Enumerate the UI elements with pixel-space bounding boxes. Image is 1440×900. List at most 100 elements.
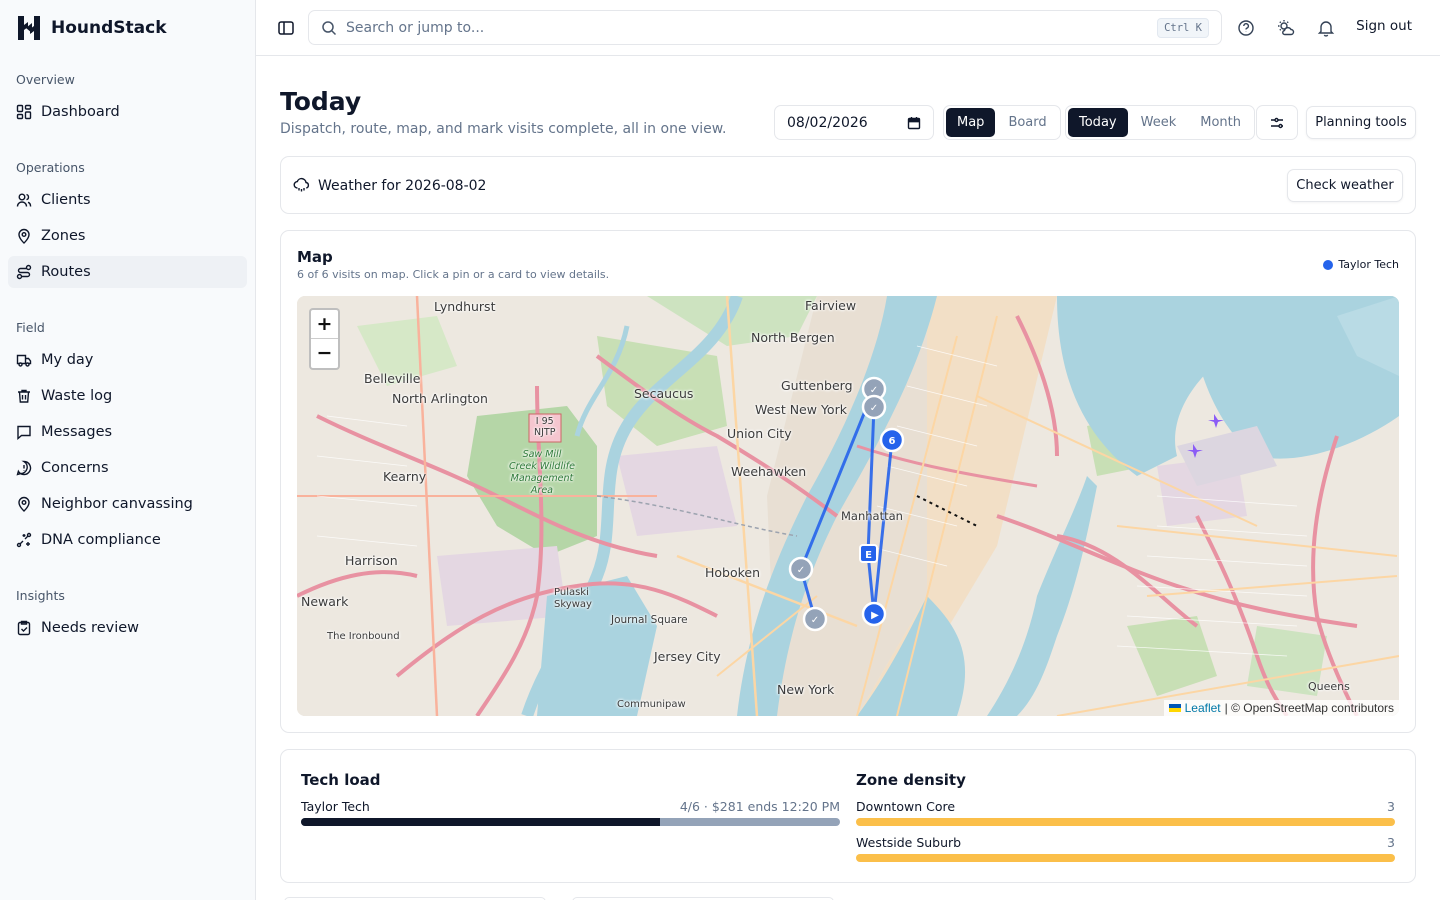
sidebar-item-waste-log[interactable]: Waste log — [8, 380, 247, 412]
sidebar-item-label: Waste log — [41, 388, 113, 404]
sidebar-item-messages[interactable]: Messages — [8, 416, 247, 448]
sidebar-item-clients[interactable]: Clients — [8, 184, 247, 216]
map-pin-icon — [18, 496, 30, 512]
map-subtitle: 6 of 6 visits on map. Click a pin or a c… — [297, 268, 610, 281]
osm-attribution: | © OpenStreetMap contributors — [1224, 701, 1394, 715]
nav-heading: Field — [16, 320, 45, 335]
map-label-fairview: Fairview — [805, 298, 857, 313]
map-label-secaucus: Secaucus — [634, 386, 694, 401]
bell-icon[interactable] — [1316, 18, 1336, 38]
houndstack-logo-icon — [18, 16, 40, 40]
topbar: Ctrl K Sign out — [256, 0, 1440, 56]
sidebar-item-label: Zones — [41, 228, 86, 244]
sidebar-item-concerns[interactable]: Concerns — [8, 452, 247, 484]
zone-density-bar — [856, 854, 1395, 862]
map-label-harrison: Harrison — [345, 553, 398, 568]
zoom-out-button[interactable]: − — [311, 339, 338, 368]
check-weather-button[interactable]: Check weather — [1287, 169, 1403, 202]
range-option-month[interactable]: Month — [1189, 108, 1252, 137]
nav-heading: Overview — [16, 72, 75, 87]
sidebar-item-label: Dashboard — [41, 104, 120, 120]
sign-out-link[interactable]: Sign out — [1356, 18, 1412, 34]
range-option-week[interactable]: Week — [1130, 108, 1188, 137]
brand[interactable]: HoundStack — [16, 12, 167, 44]
tech-load-row: Taylor Tech 4/6 · $281 ends 12:20 PM — [301, 799, 840, 814]
sidebar-item-label: Routes — [41, 264, 91, 280]
sliders-icon — [1271, 117, 1283, 128]
keyboard-shortcut: Ctrl K — [1157, 18, 1209, 38]
sidebar-item-zones[interactable]: Zones — [8, 220, 247, 252]
message-icon — [17, 425, 31, 440]
nav-section-operations: Operations Clients Zones Routes — [8, 156, 247, 292]
planning-tools-button[interactable]: Planning tools — [1306, 106, 1416, 139]
users-icon — [16, 193, 32, 207]
map-view[interactable]: Lyndhurst Fairview North Bergen Bellevil… — [297, 296, 1399, 716]
trash-icon — [18, 389, 30, 403]
stats-card: Tech load Taylor Tech 4/6 · $281 ends 12… — [280, 749, 1416, 883]
sidebar-item-label: Clients — [41, 192, 91, 208]
search-input[interactable] — [346, 19, 1221, 36]
legend-swatch — [1323, 259, 1334, 270]
route-icon — [16, 264, 32, 280]
tech-name: Taylor Tech — [301, 799, 370, 814]
brand-name: HoundStack — [51, 18, 167, 38]
nav-section-insights: Insights Needs review — [8, 584, 247, 648]
map-label-lyndhurst: Lyndhurst — [434, 299, 496, 314]
sidebar-item-needs-review[interactable]: Needs review — [8, 612, 247, 644]
view-toggle: Map Board — [943, 105, 1061, 140]
map-card: Map 6 of 6 visits on map. Click a pin or… — [280, 230, 1416, 733]
calendar-icon[interactable] — [907, 116, 921, 130]
map-label-saw-mill-creek: Saw Mill Creek Wildlife Management Area — [509, 449, 575, 496]
map-label-north-arlington: North Arlington — [392, 391, 488, 406]
map-label-hoboken: Hoboken — [705, 565, 761, 580]
zone-row: Westside Suburb 3 — [856, 835, 1395, 850]
sidebar-item-label: Neighbor canvassing — [41, 496, 193, 512]
view-option-board[interactable]: Board — [997, 108, 1057, 137]
map-label-i95-njtp: I 95 NJTP — [534, 416, 556, 438]
page-subtitle: Dispatch, route, map, and mark visits co… — [280, 121, 727, 137]
nav-section-field: Field My day Waste log Messages Concerns… — [8, 316, 247, 560]
filters-button[interactable] — [1256, 105, 1298, 140]
zone-count: 3 — [1387, 835, 1395, 850]
sparkle-icon — [16, 532, 32, 548]
sidebar: HoundStack Overview Dashboard Operations… — [0, 0, 256, 900]
map-label-journal-square: Journal Square — [611, 614, 688, 626]
weather-icon[interactable] — [1276, 18, 1296, 38]
nav-heading: Operations — [16, 160, 85, 175]
leaflet-link[interactable]: Leaflet — [1185, 701, 1221, 715]
sidebar-item-dashboard[interactable]: Dashboard — [8, 96, 247, 128]
map-attribution: Leaflet | © OpenStreetMap contributors — [1163, 700, 1399, 716]
map-label-north-bergen: North Bergen — [751, 330, 835, 345]
help-icon[interactable] — [1236, 18, 1256, 38]
map-label-new-york: New York — [777, 682, 835, 697]
zone-count: 3 — [1387, 799, 1395, 814]
weather-label-row: Weather for 2026-08-02 — [293, 177, 486, 194]
sidebar-item-label: Messages — [41, 424, 113, 440]
range-option-today[interactable]: Today — [1068, 108, 1128, 137]
map-label-west-new-york: West New York — [755, 402, 847, 417]
map-label-communipaw: Communipaw — [617, 699, 686, 710]
zone-name: Westside Suburb — [856, 835, 962, 850]
view-option-map[interactable]: Map — [946, 108, 996, 137]
sidebar-item-neighbor-canvassing[interactable]: Neighbor canvassing — [8, 488, 247, 520]
map-label-union-city: Union City — [727, 426, 792, 441]
tech-summary: 4/6 · $281 ends 12:20 PM — [679, 799, 840, 814]
map-tiles — [297, 296, 1399, 716]
dashboard-icon — [16, 104, 32, 120]
sidebar-item-label: Concerns — [41, 460, 109, 476]
clipboard-check-icon — [17, 620, 31, 636]
date-value: 08/02/2026 — [787, 114, 868, 131]
zone-row: Downtown Core 3 — [856, 799, 1395, 814]
zoom-in-button[interactable]: + — [311, 310, 338, 339]
alert-icon — [16, 460, 32, 476]
legend-label: Taylor Tech — [1338, 258, 1399, 271]
sidebar-item-dna-compliance[interactable]: DNA compliance — [8, 524, 247, 556]
sidebar-item-my-day[interactable]: My day — [8, 344, 247, 376]
range-toggle: Today Week Month — [1065, 105, 1255, 140]
sidebar-toggle-icon[interactable] — [276, 18, 296, 38]
sidebar-item-routes[interactable]: Routes — [8, 256, 247, 288]
search-bar[interactable]: Ctrl K — [308, 10, 1222, 45]
date-picker[interactable]: 08/02/2026 — [774, 105, 934, 140]
map-label-ironbound: The Ironbound — [327, 631, 400, 642]
nav-heading: Insights — [16, 588, 65, 603]
